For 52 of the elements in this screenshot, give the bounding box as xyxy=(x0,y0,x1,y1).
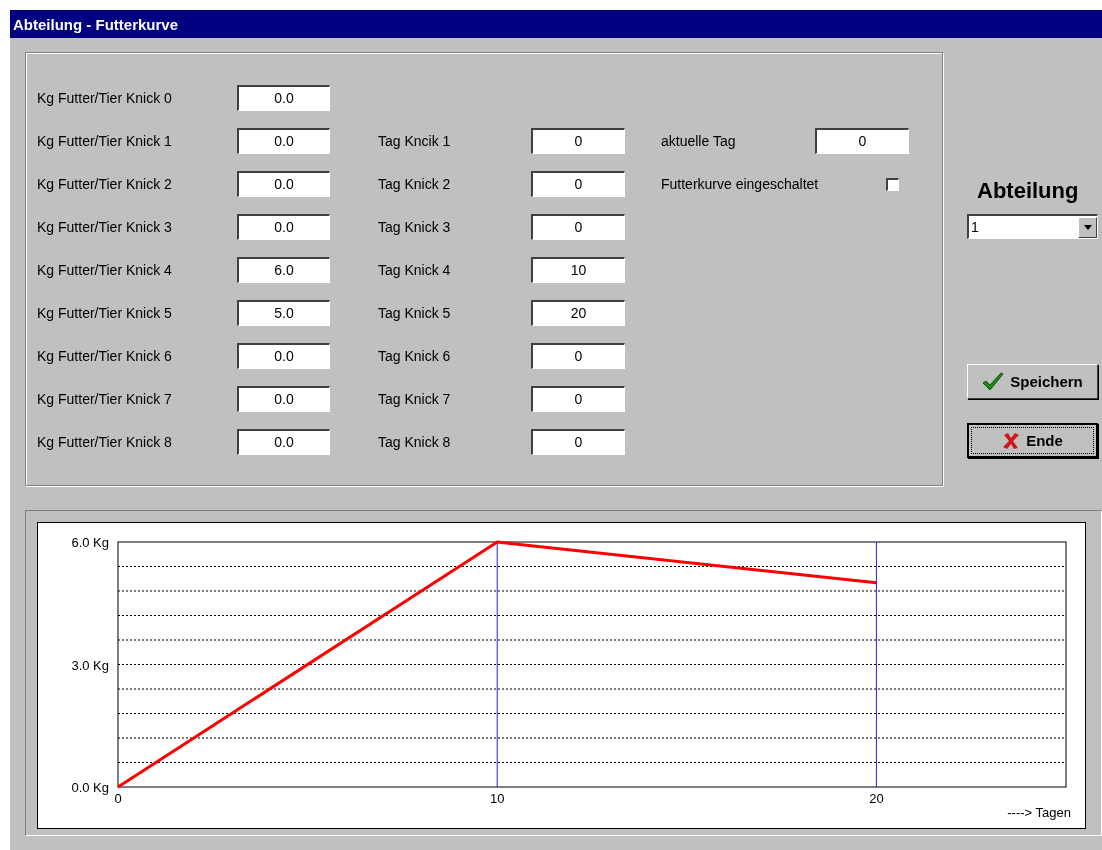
field-label: Kg Futter/Tier Knick 8 xyxy=(37,434,173,450)
feed-amount-field[interactable]: 0.0 xyxy=(237,429,330,455)
feed-amount-field[interactable]: 5.0 xyxy=(237,300,330,326)
save-button[interactable]: Speichern xyxy=(967,364,1098,399)
field-label: Kg Futter/Tier Knick 6 xyxy=(37,348,173,364)
field-label: aktuelle Tag xyxy=(661,133,737,149)
cross-icon xyxy=(1002,431,1021,450)
day-field[interactable]: 0 xyxy=(531,214,625,240)
field-label: Kg Futter/Tier Knick 3 xyxy=(37,219,173,235)
x-tick-label: 0 xyxy=(114,791,122,806)
feed-amount-field[interactable]: 0.0 xyxy=(237,343,330,369)
day-field[interactable]: 20 xyxy=(531,300,625,326)
x-tick-label: 20 xyxy=(869,791,884,806)
field-label: Kg Futter/Tier Knick 4 xyxy=(37,262,173,278)
field-label: Tag Knick 6 xyxy=(378,348,452,364)
field-label: Tag Knick 2 xyxy=(378,176,452,192)
dropdown-value: 1 xyxy=(971,219,979,235)
field-label: Tag Knick 7 xyxy=(378,391,452,407)
day-field[interactable]: 0 xyxy=(531,171,625,197)
feed-amount-field[interactable]: 0.0 xyxy=(237,386,330,412)
field-label: Tag Knick 3 xyxy=(378,219,452,235)
field-label: Kg Futter/Tier Knick 7 xyxy=(37,391,173,407)
current-day-field[interactable]: 0 xyxy=(815,128,909,154)
feed-amount-field[interactable]: 0.0 xyxy=(237,128,330,154)
field-label: Tag Knick 4 xyxy=(378,262,452,278)
feed-amount-field[interactable]: 6.0 xyxy=(237,257,330,283)
y-tick-label: 0.0 Kg xyxy=(71,780,109,795)
department-heading: Abteilung xyxy=(977,178,1080,204)
day-field[interactable]: 0 xyxy=(531,429,625,455)
y-tick-label: 3.0 Kg xyxy=(71,657,109,673)
checkbox[interactable] xyxy=(886,177,899,191)
day-field[interactable]: 0 xyxy=(531,128,625,154)
checkmark-icon xyxy=(982,371,1005,392)
feed-amount-field[interactable]: 0.0 xyxy=(237,214,330,240)
y-tick-label: 6.0 Kg xyxy=(71,535,109,550)
day-field[interactable]: 0 xyxy=(531,386,625,412)
field-label: Kg Futter/Tier Knick 0 xyxy=(37,90,173,106)
x-tick-label: 10 xyxy=(489,791,505,806)
field-label: Kg Futter/Tier Knick 2 xyxy=(37,176,173,192)
day-field[interactable]: 10 xyxy=(531,257,625,283)
field-label: Kg Futter/Tier Knick 1 xyxy=(37,133,173,149)
window-title: Abteilung - Futterkurve xyxy=(13,15,178,33)
feed-amount-field[interactable]: 0.0 xyxy=(237,85,330,111)
field-label: Tag Knick 5 xyxy=(378,305,452,321)
field-label: Tag Knick 8 xyxy=(378,434,452,450)
day-field[interactable]: 0 xyxy=(531,343,625,369)
department-dropdown[interactable]: 1 xyxy=(967,214,1098,239)
field-label: Tag Kncik 1 xyxy=(378,133,452,149)
feed-amount-field[interactable]: 0.0 xyxy=(237,171,330,197)
exit-button[interactable]: Ende xyxy=(967,423,1098,458)
x-axis-label: ----> Tagen xyxy=(1007,805,1071,820)
field-label: Kg Futter/Tier Knick 5 xyxy=(37,305,173,321)
